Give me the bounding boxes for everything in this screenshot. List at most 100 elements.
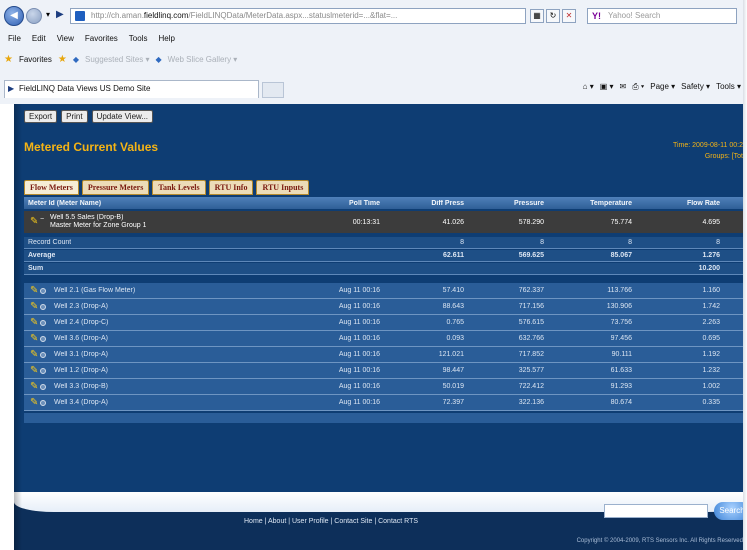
row-temp: 113.766	[607, 287, 632, 294]
selected-meter-name: Well 5.5 Sales (Drop-B) Master Meter for…	[50, 214, 146, 230]
menu-tools[interactable]: Tools	[129, 34, 148, 48]
row-flow: 1.742	[702, 303, 720, 310]
table-row[interactable]: ✎ Well 3.1 (Drop-A) Aug 11 00:16 121.021…	[24, 347, 747, 363]
suggested-sites-link[interactable]: Suggested Sites ▾	[85, 55, 150, 64]
favorites-button[interactable]: Favorites	[19, 55, 52, 64]
col-poll-time[interactable]: Poll Time	[314, 200, 380, 207]
table-row[interactable]: ✎ Well 2.4 (Drop-C) Aug 11 00:16 0.765 5…	[24, 315, 747, 331]
page-content: Export Print Update View... Metered Curr…	[14, 104, 747, 550]
cmd-page[interactable]: Page ▾	[650, 82, 675, 92]
menu-edit[interactable]: Edit	[32, 34, 46, 48]
row-temp: 91.293	[610, 383, 632, 390]
back-icon[interactable]: ◀	[4, 6, 24, 26]
row-meter-name: Well 3.1 (Drop-A)	[54, 351, 108, 358]
edit-pencil-icon[interactable]: ✎	[30, 381, 38, 392]
row-flow: 1.160	[702, 287, 720, 294]
menu-view[interactable]: View	[57, 34, 74, 48]
row-flow: 2.263	[702, 319, 720, 326]
url-rest: /FieldLINQData/MeterData.aspx...statuslm…	[188, 11, 398, 20]
new-tab-button[interactable]	[262, 82, 284, 98]
table-row[interactable]: ✎ Well 1.2 (Drop-A) Aug 11 00:16 98.447 …	[24, 363, 747, 379]
menu-favorites[interactable]: Favorites	[85, 34, 118, 48]
table-row[interactable]: ✎ Well 2.3 (Drop-A) Aug 11 00:16 88.643 …	[24, 299, 747, 315]
feeds-icon[interactable]: ▣ ▾	[600, 82, 614, 92]
tab-tank-levels[interactable]: Tank Levels	[152, 180, 206, 195]
cmd-safety[interactable]: Safety ▾	[681, 82, 710, 92]
tab-rtu-inputs[interactable]: RTU Inputs	[256, 180, 310, 195]
report-toolbar: Export Print Update View...	[24, 110, 154, 123]
table-row[interactable]: ✎ Well 2.1 (Gas Flow Meter) Aug 11 00:16…	[24, 283, 747, 299]
row-press: 717.852	[518, 351, 544, 358]
cmd-tools[interactable]: Tools ▾	[716, 82, 741, 92]
col-temperature[interactable]: Temperature	[556, 200, 632, 207]
edit-pencil-icon[interactable]: ✎	[30, 301, 38, 312]
edit-pencil-icon[interactable]: ✎	[30, 317, 38, 328]
time-info: Time: 2009-08-11 00:2 Groups: [Tot	[673, 140, 743, 162]
tab-rtu-info[interactable]: RTU Info	[208, 180, 254, 195]
selected-meter-row[interactable]: ✎ − Well 5.5 Sales (Drop-B) Master Meter…	[24, 211, 747, 233]
home-icon[interactable]: ⌂ ▾	[583, 82, 594, 92]
selected-temp: 75.774	[610, 218, 632, 226]
collapse-icon[interactable]: −	[40, 216, 44, 223]
row-meter-name: Well 3.3 (Drop-B)	[54, 383, 108, 390]
add-favorite-icon[interactable]: ★	[58, 54, 67, 65]
copyright: Copyright © 2004-2009, RTS Sensors Inc. …	[576, 538, 743, 544]
col-flow-rate[interactable]: Flow Rate	[644, 200, 720, 207]
row-diff: 121.021	[438, 351, 464, 358]
read-mail-icon[interactable]: ✉	[620, 82, 627, 92]
status-dot-icon	[40, 384, 46, 390]
menu-help[interactable]: Help	[158, 34, 174, 48]
row-meter-name: Well 2.1 (Gas Flow Meter)	[54, 287, 136, 294]
table-row[interactable]: ✎ Well 3.3 (Drop-B) Aug 11 00:16 50.019 …	[24, 379, 747, 395]
summary-row: Record Count 8 8 8 8	[24, 237, 747, 249]
row-press: 322.136	[518, 399, 544, 406]
row-press: 325.577	[518, 367, 544, 374]
edit-pencil-icon[interactable]: ✎	[30, 333, 38, 344]
address-input[interactable]: http://ch.aman.fieldlinq.com/FieldLINQDa…	[70, 8, 526, 24]
favorites-bar: ★ Favorites ★ ◆ Suggested Sites ▾ ◆ Web …	[0, 50, 747, 68]
edit-pencil-icon[interactable]: ✎	[30, 365, 38, 376]
edit-pencil-icon[interactable]: ✎	[30, 349, 38, 360]
web-slice-gallery-link[interactable]: Web Slice Gallery ▾	[168, 55, 238, 64]
col-pressure[interactable]: Pressure	[476, 200, 544, 207]
forward-icon[interactable]	[26, 8, 42, 24]
yahoo-icon: Y!	[592, 11, 601, 21]
table-row[interactable]: ✎ Well 3.4 (Drop-A) Aug 11 00:16 72.397 …	[24, 395, 747, 411]
export-button[interactable]: Export	[24, 110, 58, 123]
row-diff: 98.447	[442, 367, 464, 374]
grid-header: Meter Id (Meter Name) Poll Time Diff Pre…	[24, 197, 747, 209]
history-dropdown-icon[interactable]: ▾	[46, 10, 50, 19]
time-line: Time: 2009-08-11 00:2	[672, 142, 743, 149]
favorites-star-icon: ★	[4, 53, 13, 65]
menu-file[interactable]: File	[8, 34, 21, 48]
status-dot-icon	[40, 400, 46, 406]
footer-search-input[interactable]	[604, 504, 708, 518]
summary-diff: 8	[460, 239, 464, 246]
col-diff-press[interactable]: Diff Press	[396, 200, 464, 207]
update-view-button[interactable]: Update View...	[91, 110, 154, 123]
refresh-icon[interactable]: ↻	[546, 9, 560, 23]
url-domain: fieldlinq.com	[143, 11, 189, 20]
browser-tab[interactable]: FieldLINQ Data Views US Demo Site	[4, 80, 259, 98]
col-meter-id[interactable]: Meter Id (Meter Name)	[28, 200, 101, 207]
table-row[interactable]: ✎ Well 3.6 (Drop-A) Aug 11 00:16 0.093 6…	[24, 331, 747, 347]
stop-icon[interactable]: ✕	[562, 9, 576, 23]
browser-search-input[interactable]: Y! Yahoo! Search	[587, 8, 737, 24]
row-flow: 0.335	[702, 399, 720, 406]
tab-pressure-meters[interactable]: Pressure Meters	[81, 180, 150, 195]
print-icon[interactable]: ⎙ ▾	[632, 82, 644, 92]
row-poll: Aug 11 00:16	[338, 399, 380, 406]
edit-pencil-icon[interactable]: ✎	[30, 216, 38, 227]
compatibility-icon[interactable]: ▦	[530, 9, 544, 23]
row-temp: 80.674	[610, 399, 632, 406]
search-placeholder: Yahoo! Search	[608, 11, 661, 20]
tab-flow-meters[interactable]: Flow Meters	[24, 180, 79, 195]
row-poll: Aug 11 00:16	[338, 303, 380, 310]
row-meter-name: Well 2.4 (Drop-C)	[54, 319, 109, 326]
row-temp: 130.906	[606, 303, 632, 310]
site-favicon	[75, 11, 85, 21]
edit-pencil-icon[interactable]: ✎	[30, 285, 38, 296]
footer-links[interactable]: Home | About | User Profile | Contact Si…	[244, 518, 418, 525]
edit-pencil-icon[interactable]: ✎	[30, 397, 38, 408]
print-button[interactable]: Print	[61, 110, 88, 123]
